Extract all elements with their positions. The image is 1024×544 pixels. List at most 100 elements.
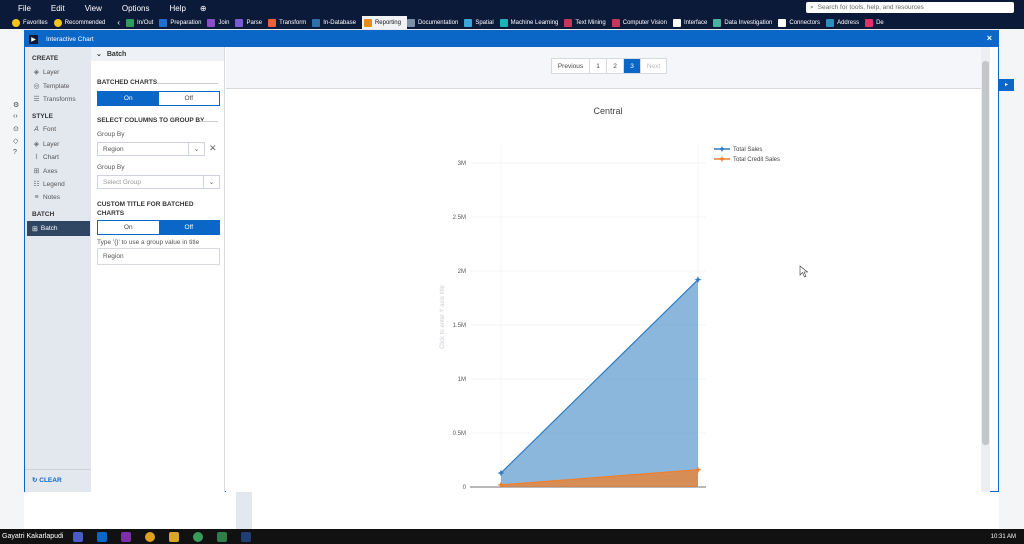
search-input[interactable]: ⌕ Search for tools, help, and resources — [806, 2, 1014, 13]
axes-icon: ⊞ — [33, 168, 40, 175]
nav-batch-heading: BATCH — [32, 211, 55, 218]
panel-header[interactable]: ⌄ Batch — [91, 47, 224, 61]
tab-label: In/Out — [137, 19, 154, 26]
tab-address[interactable]: Address — [826, 16, 865, 29]
custom-title-on-button[interactable]: On — [98, 221, 159, 234]
chevron-down-icon: ⌄ — [188, 143, 204, 155]
y-tick-label: 1M — [458, 377, 466, 383]
chevron-left-icon[interactable]: ‹ — [111, 18, 126, 27]
tab-join[interactable]: Join — [207, 16, 235, 29]
category-icon — [499, 18, 508, 27]
legend-entry: Total Credit Sales — [733, 157, 780, 163]
tab-label: In-Database — [323, 19, 356, 26]
app-icon[interactable] — [193, 531, 204, 542]
onenote-icon[interactable] — [121, 531, 132, 542]
next-button[interactable]: Next — [641, 59, 666, 73]
tab-reporting[interactable]: Reporting — [361, 16, 407, 29]
batched-off-button[interactable]: Off — [159, 92, 220, 105]
panel-title: Batch — [106, 50, 127, 58]
group-by-select[interactable]: Region ⌄ — [97, 142, 205, 156]
menu-view[interactable]: View — [73, 4, 110, 13]
nav-item-label: Font — [43, 126, 57, 133]
tab-documentation[interactable]: Documentation — [406, 16, 464, 29]
nav-item-axes[interactable]: ⊞ Axes — [32, 167, 58, 176]
tab-in-out[interactable]: In/Out — [126, 16, 159, 29]
tab-spatial[interactable]: Spatial — [464, 16, 499, 29]
nav-item-transforms[interactable]: ☰ Transforms — [32, 95, 75, 104]
tab-text-mining[interactable]: Text Mining — [564, 16, 611, 29]
app-icon[interactable] — [217, 531, 228, 542]
category-icon — [865, 18, 874, 27]
teams-icon[interactable] — [73, 531, 84, 542]
tab-de[interactable]: De — [865, 16, 890, 29]
outlook-icon[interactable] — [97, 531, 108, 542]
menu-edit[interactable]: Edit — [39, 4, 73, 13]
run-button[interactable]: ▸ — [999, 79, 1014, 91]
custom-title-input[interactable]: Region — [97, 248, 220, 265]
page-1-button[interactable]: 1 — [590, 59, 607, 73]
code-icon[interactable]: ‹› — [13, 113, 22, 122]
tab-label: Recommended — [64, 19, 106, 26]
folder-icon[interactable] — [169, 531, 180, 542]
globe-icon[interactable]: ⊕ — [200, 4, 207, 13]
nav-item-batch[interactable]: ⊞ Batch — [27, 221, 90, 236]
alteryx-icon[interactable] — [241, 531, 252, 542]
category-icon — [826, 18, 835, 27]
menu-bar: File Edit View Options Help ⊕ ⌕ Search f… — [0, 0, 1024, 16]
tab-preparation[interactable]: Preparation — [159, 16, 207, 29]
tab-recommended[interactable]: Recommended — [53, 16, 112, 29]
tab-data-investigation[interactable]: Data Investigation — [713, 16, 778, 29]
tab-computer-vision[interactable]: Computer Vision — [611, 16, 673, 29]
nav-item-style-layer[interactable]: ◈ Layer — [32, 140, 59, 149]
select-group-placeholder: Select Group — [103, 178, 141, 186]
nav-item-notes[interactable]: ≡ Notes — [32, 194, 60, 201]
tab-label: Interface — [683, 19, 708, 26]
tag-icon[interactable]: ◇ — [13, 137, 22, 146]
category-icon — [464, 18, 473, 27]
chart-area: Previous 1 2 3 Next Central 0 0.5M 1M 1.5M 2M… — [226, 47, 990, 492]
previous-button[interactable]: Previous — [552, 59, 590, 73]
tab-interface[interactable]: Interface — [672, 16, 713, 29]
tab-label: Documentation — [417, 19, 459, 26]
page-3-button[interactable]: 3 — [624, 59, 641, 73]
vertical-scrollbar[interactable] — [981, 47, 990, 492]
menu-help[interactable]: Help — [157, 4, 193, 13]
tab-transform[interactable]: Transform — [268, 16, 312, 29]
menu-file[interactable]: File — [0, 4, 39, 13]
tab-favorites[interactable]: Favorites — [0, 16, 54, 29]
menu-options[interactable]: Options — [110, 4, 158, 13]
gear-icon[interactable]: ⚙ — [13, 101, 22, 110]
search-placeholder: Search for tools, help, and resources — [817, 4, 924, 11]
series-area-0 — [501, 279, 698, 487]
remove-group-icon[interactable]: ✕ — [209, 143, 217, 154]
nav-item-chart[interactable]: ⌇ Chart — [32, 153, 59, 162]
tab-in-database[interactable]: In-Database — [312, 16, 362, 29]
chrome-icon[interactable] — [145, 531, 156, 542]
y-tick-label: 0 — [463, 485, 467, 491]
category-icon — [235, 18, 244, 27]
page-2-button[interactable]: 2 — [607, 59, 624, 73]
legend-icon: ☷ — [33, 181, 40, 188]
nav-item-layer[interactable]: ◈ Layer — [32, 68, 59, 77]
tab-parse[interactable]: Parse — [235, 16, 268, 29]
nav-item-label: Chart — [43, 153, 59, 161]
clear-button[interactable]: ↻ CLEAR — [32, 476, 62, 484]
batched-on-button[interactable]: On — [98, 92, 159, 105]
font-icon: A — [34, 126, 39, 133]
tab-label: Parse — [246, 19, 263, 26]
settings-icon[interactable]: ⊙ — [13, 125, 22, 134]
y-tick-label: 1.5M — [453, 323, 466, 329]
nav-item-font[interactable]: A Font — [32, 126, 56, 133]
nav-item-legend[interactable]: ☷ Legend — [32, 180, 64, 189]
tab-machine-learning[interactable]: Machine Learning — [499, 16, 565, 29]
select-group-select[interactable]: Select Group ⌄ — [97, 175, 220, 189]
scrollbar-thumb[interactable] — [982, 61, 989, 445]
close-icon[interactable]: × — [987, 33, 992, 43]
tab-label: Spatial — [475, 19, 494, 26]
help-icon[interactable]: ? — [13, 149, 22, 158]
nav-item-template[interactable]: ◎ Template — [32, 82, 69, 91]
custom-title-off-button[interactable]: Off — [158, 221, 219, 234]
tab-connectors[interactable]: Connectors — [778, 16, 826, 29]
layers-icon: ◈ — [33, 141, 40, 148]
batched-charts-toggle: On Off — [97, 91, 220, 106]
